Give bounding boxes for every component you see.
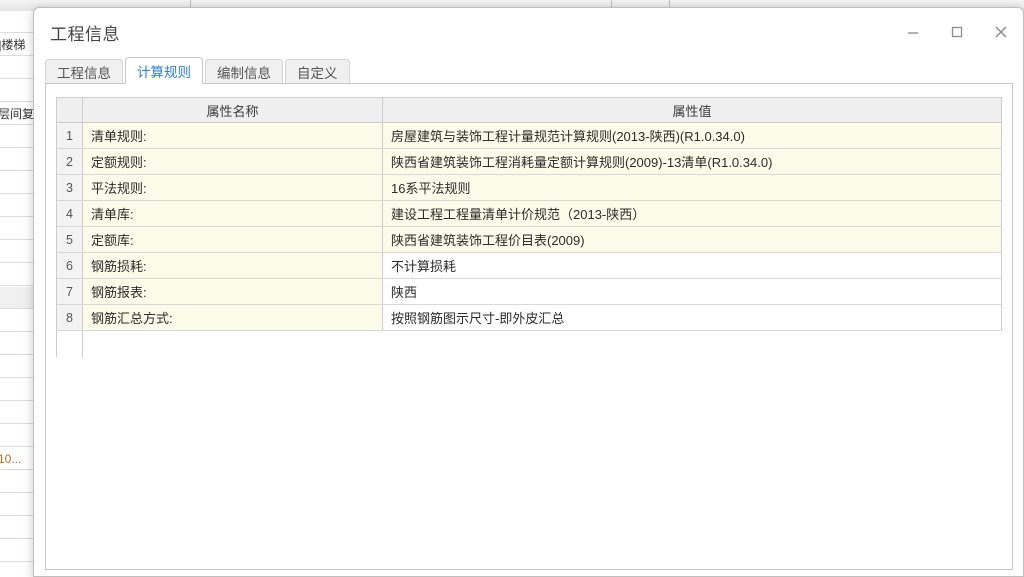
attribute-value-cell[interactable]: 陕西 (383, 279, 1002, 305)
tab-panel-calc-rules: 属性名称 属性值 1 清单规则: 房屋建筑与装饰工程计量规范计算规则(2013-陕西… (45, 83, 1013, 570)
attribute-name-cell[interactable]: 钢筋汇总方式: (83, 305, 383, 331)
tab-label: 编制信息 (217, 66, 271, 81)
tab-1[interactable]: 工程信息 (45, 59, 123, 84)
attribute-value-cell[interactable]: 建设工程工程量清单计价规范（2013-陕西） (383, 201, 1002, 227)
close-icon (993, 24, 1009, 40)
property-grid-header: 属性名称 属性值 (57, 98, 1002, 123)
attribute-name-cell[interactable]: 定额库: (83, 227, 383, 253)
row-index: 2 (57, 149, 83, 175)
attribute-name-cell[interactable]: 清单库: (83, 201, 383, 227)
grid-filler-area (83, 331, 1002, 357)
attribute-value-cell[interactable]: 陕西省建筑装饰工程消耗量定额计算规则(2009)-13清单(R1.0.34.0) (383, 149, 1002, 175)
table-row[interactable]: 6 钢筋损耗: 不计算损耗 (57, 253, 1002, 279)
row-index: 1 (57, 123, 83, 149)
attribute-value-cell[interactable]: 按照钢筋图示尺寸-即外皮汇总 (383, 305, 1002, 331)
table-row[interactable]: 8 钢筋汇总方式: 按照钢筋图示尺寸-即外皮汇总 (57, 305, 1002, 331)
attribute-value-cell[interactable]: 不计算损耗 (383, 253, 1002, 279)
minimize-icon (906, 25, 920, 39)
tab-label: 自定义 (297, 66, 338, 81)
minimize-button[interactable] (891, 12, 935, 52)
row-index: 4 (57, 201, 83, 227)
tab-2[interactable]: 计算规则 (125, 57, 203, 84)
property-grid-body: 1 清单规则: 房屋建筑与装饰工程计量规范计算规则(2013-陕西)(R1.0.34… (57, 123, 1002, 357)
grid-filler-gutter (57, 331, 83, 357)
grid-header-attribute-value[interactable]: 属性值 (383, 98, 1002, 123)
attribute-name-cell[interactable]: 定额规则: (83, 149, 383, 175)
row-index: 7 (57, 279, 83, 305)
grid-header-index (57, 98, 83, 123)
tab-4[interactable]: 自定义 (285, 59, 350, 84)
table-row[interactable]: 5 定额库: 陕西省建筑装饰工程价目表(2009) (57, 227, 1002, 253)
tab-label: 计算规则 (137, 65, 191, 80)
attribute-value-cell[interactable]: 陕西省建筑装饰工程价目表(2009) (383, 227, 1002, 253)
row-index: 6 (57, 253, 83, 279)
dialog-tabstrip: 工程信息 计算规则 编制信息 自定义 (45, 57, 1013, 84)
tab-label: 工程信息 (57, 66, 111, 81)
attribute-name-cell[interactable]: 钢筋报表: (83, 279, 383, 305)
grid-header-attribute-name[interactable]: 属性名称 (83, 98, 383, 123)
grid-empty-filler (57, 331, 1002, 357)
maximize-button[interactable] (935, 12, 979, 52)
attribute-value-cell[interactable]: 16系平法规则 (383, 175, 1002, 201)
table-row[interactable]: 2 定额规则: 陕西省建筑装饰工程消耗量定额计算规则(2009)-13清单(R1.0… (57, 149, 1002, 175)
row-index: 5 (57, 227, 83, 253)
row-index: 8 (57, 305, 83, 331)
close-button[interactable] (979, 12, 1023, 52)
attribute-name-cell[interactable]: 平法规则: (83, 175, 383, 201)
window-controls (891, 8, 1023, 56)
table-row[interactable]: 7 钢筋报表: 陕西 (57, 279, 1002, 305)
attribute-value-cell[interactable]: 房屋建筑与装饰工程计量规范计算规则(2013-陕西)(R1.0.34.0) (383, 123, 1002, 149)
dialog-title: 工程信息 (50, 25, 120, 44)
attribute-name-cell[interactable]: 钢筋损耗: (83, 253, 383, 279)
dialog-titlebar: 工程信息 (34, 8, 1023, 56)
table-row[interactable]: 3 平法规则: 16系平法规则 (57, 175, 1002, 201)
screen: ]楼梯 层间复 10... 工程信息 工程信息 计算规则 编制信息 自定义 属性… (0, 0, 1024, 577)
maximize-icon (950, 25, 964, 39)
attribute-name-cell[interactable]: 清单规则: (83, 123, 383, 149)
table-row[interactable]: 4 清单库: 建设工程工程量清单计价规范（2013-陕西） (57, 201, 1002, 227)
project-info-dialog: 工程信息 工程信息 计算规则 编制信息 自定义 属性名称 属性值 1 清单规则:… (33, 7, 1024, 577)
tab-3[interactable]: 编制信息 (205, 59, 283, 84)
table-row[interactable]: 1 清单规则: 房屋建筑与装饰工程计量规范计算规则(2013-陕西)(R1.0.34… (57, 123, 1002, 149)
property-grid: 属性名称 属性值 1 清单规则: 房屋建筑与装饰工程计量规范计算规则(2013-陕西… (56, 97, 1002, 357)
row-index: 3 (57, 175, 83, 201)
